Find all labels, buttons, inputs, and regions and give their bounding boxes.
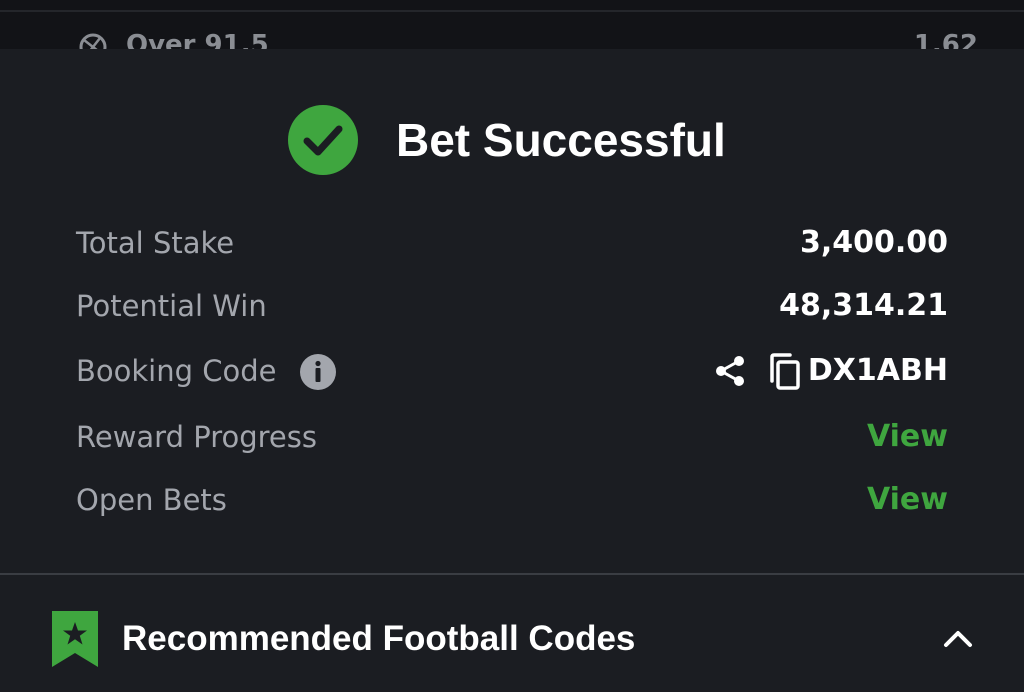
- share-icon[interactable]: [712, 353, 748, 389]
- booking-code-value[interactable]: DX1ABH: [808, 349, 948, 393]
- chevron-up-icon[interactable]: [940, 623, 976, 653]
- dialog-title: Bet Successful: [396, 114, 726, 166]
- background-market-list: Over 91.5 1.62: [0, 0, 1024, 50]
- reward-progress-view-link[interactable]: View: [867, 415, 948, 459]
- market-row[interactable]: Over 91.5 1.62: [78, 30, 978, 50]
- open-bets-row: Open Bets View: [76, 478, 948, 522]
- open-bets-label: Open Bets: [76, 483, 227, 517]
- potential-win-label: Potential Win: [76, 289, 267, 323]
- check-circle-icon: [288, 105, 358, 175]
- total-stake-label: Total Stake: [76, 226, 235, 260]
- booking-code-label: Booking Code: [76, 354, 277, 388]
- potential-win-row: Potential Win 48,314.21: [76, 284, 948, 328]
- total-stake-row: Total Stake 3,400.00: [76, 221, 948, 265]
- list-separator: [0, 10, 1024, 12]
- market-label: Over 91.5: [126, 30, 269, 50]
- reward-progress-label: Reward Progress: [76, 420, 317, 454]
- bookmark-star-icon: [52, 611, 98, 667]
- recommended-codes-title: Recommended Football Codes: [122, 619, 636, 658]
- bet-success-sheet: Bet Successful Total Stake 3,400.00 Pote…: [0, 49, 1024, 692]
- potential-win-value: 48,314.21: [779, 288, 948, 323]
- market-odds[interactable]: 1.62: [914, 30, 978, 50]
- basketball-icon: [79, 33, 107, 50]
- info-icon[interactable]: [300, 354, 336, 390]
- recommended-codes-header[interactable]: Recommended Football Codes: [0, 575, 1024, 692]
- copy-icon[interactable]: [766, 353, 802, 391]
- reward-progress-row: Reward Progress View: [76, 415, 948, 459]
- open-bets-view-link[interactable]: View: [867, 478, 948, 522]
- total-stake-value: 3,400.00: [799, 225, 948, 260]
- booking-code-row: Booking Code DX1ABH: [76, 349, 948, 393]
